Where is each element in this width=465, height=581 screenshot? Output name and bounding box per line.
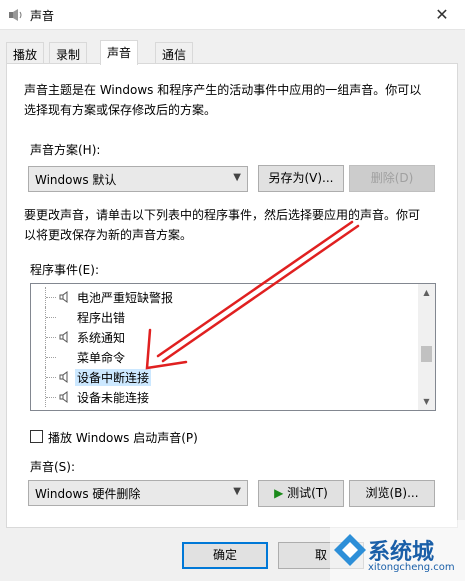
speaker-icon [59,291,68,303]
instruction-line-1: 要更改声音，请单击以下列表中的程序事件，然后选择要应用的声音。你可 [24,208,421,222]
watermark-url: xitongcheng.com [368,562,455,573]
browse-button[interactable]: 浏览(B)... [349,480,435,507]
startup-sound-checkbox[interactable] [30,430,43,443]
ok-button[interactable]: 确定 [182,542,268,569]
speaker-icon [59,391,68,403]
instruction-line-2: 以将更改保存为新的声音方案。 [24,228,193,242]
event-label: 系统通知 [77,331,126,345]
list-item[interactable]: 程序出错 [31,307,417,327]
list-item[interactable]: 电池严重短缺警报 [31,287,417,307]
instruction-text: 要更改声音，请单击以下列表中的程序事件，然后选择要应用的声音。你可 以将更改保存… [24,205,439,245]
intro-line-2: 选择现有方案或保存修改后的方案。 [24,103,217,117]
event-label: 设备中断连接 [75,369,152,386]
list-scrollbar[interactable]: ▲ ▼ [418,284,435,410]
test-label: 测试(T) [287,486,328,500]
chevron-down-icon: ▼ [233,486,241,497]
scheme-selected: Windows 默认 [35,173,117,187]
play-icon: ▶ [274,486,284,500]
event-label: 菜单命令 [77,351,126,365]
tab-communications[interactable]: 通信 [155,42,194,64]
tab-recording[interactable]: 录制 [49,42,88,64]
sound-label: 声音(S): [30,460,76,474]
title-bar: 声音 ✕ [0,0,465,30]
delete-button[interactable]: 删除(D) [349,165,435,192]
test-button[interactable]: ▶ 测试(T) [258,480,344,507]
close-button[interactable]: ✕ [419,0,465,30]
event-label: 程序出错 [77,311,126,325]
event-label: 电池严重短缺警报 [77,291,174,305]
tab-sounds[interactable]: 声音 [100,40,139,65]
speaker-icon [59,371,68,383]
tab-playback[interactable]: 播放 [6,42,45,64]
scroll-up-icon[interactable]: ▲ [418,284,435,301]
scroll-thumb[interactable] [421,346,432,362]
list-item-selected[interactable]: 设备中断连接 [31,367,417,387]
sound-dropdown[interactable]: Windows 硬件删除 ▼ [28,480,248,506]
save-as-button[interactable]: 另存为(V)... [258,165,344,192]
scheme-label: 声音方案(H): [30,143,101,157]
list-item[interactable]: 菜单命令 [31,347,417,367]
list-item[interactable]: 系统通知 [31,327,417,347]
list-item[interactable]: 设备未能连接 [31,387,417,407]
speaker-app-icon [9,9,22,21]
window-title: 声音 [30,9,55,23]
speaker-icon [59,331,68,343]
event-label: 设备未能连接 [77,391,150,405]
events-label: 程序事件(E): [30,263,99,277]
intro-line-1: 声音主题是在 Windows 和程序产生的活动事件中应用的一组声音。你可以 [24,83,422,97]
intro-text: 声音主题是在 Windows 和程序产生的活动事件中应用的一组声音。你可以 选择… [24,80,439,120]
program-events-list[interactable]: 电池严重短缺警报 程序出错 系统通知 菜单命令 设备中断连接 设备未能连接 ▲ … [30,283,436,411]
chevron-down-icon: ▼ [233,172,241,183]
scheme-dropdown[interactable]: Windows 默认 ▼ [28,166,248,192]
sound-selected: Windows 硬件删除 [35,487,141,501]
startup-sound-label: 播放 Windows 启动声音(P) [48,431,198,445]
scroll-down-icon[interactable]: ▼ [418,393,435,410]
